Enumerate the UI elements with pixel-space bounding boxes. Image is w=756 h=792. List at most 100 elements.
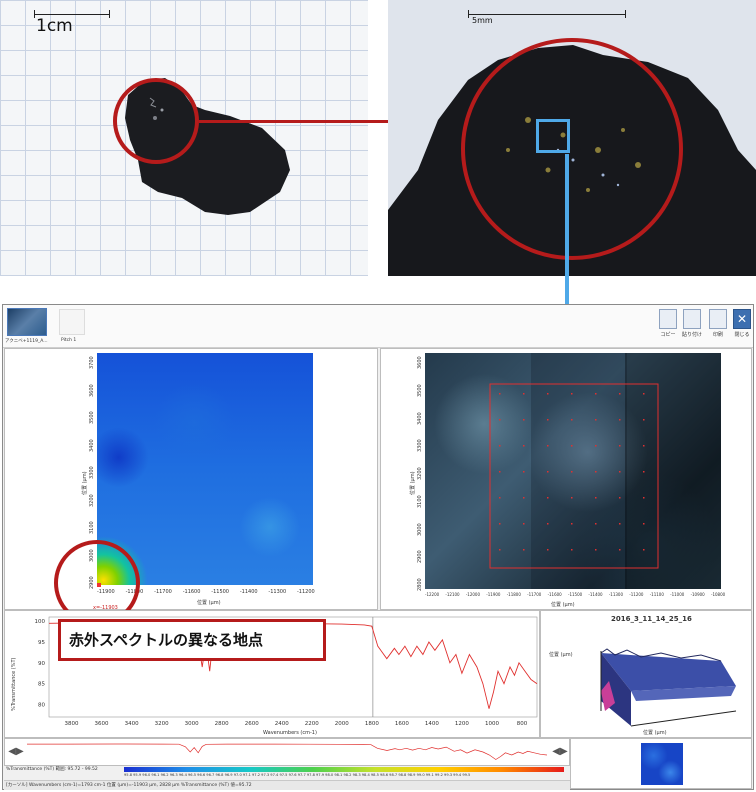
microscope-x-tick: -11300 [608, 592, 624, 597]
microscope-y-label: 位置 (μm) [410, 471, 416, 495]
microscope-x-tick: -11600 [547, 592, 562, 597]
spectrum-x-tick: 1400 [425, 721, 439, 727]
print-button[interactable]: 印刷 [707, 309, 729, 338]
scroll-right-icon[interactable]: ◀▶ [551, 741, 569, 763]
overview-strip: ◀▶ ◀▶ [4, 738, 570, 766]
microscope-y-tick: 3100 [417, 495, 423, 508]
spectrum-y-tick: 85 [38, 682, 45, 688]
microscope-x-tick: -11500 [568, 592, 583, 597]
measurement-grid [489, 383, 659, 569]
microscope-x-tick: -11800 [506, 592, 521, 597]
heatmap-x-tick: -11600 [182, 589, 201, 595]
heatmap-x-tick: -11400 [239, 589, 258, 595]
measurement-point [619, 419, 621, 421]
measurement-point [499, 471, 501, 473]
measurement-point [523, 549, 525, 551]
spectrum-y-tick: 95 [38, 640, 45, 646]
measurement-point [595, 471, 597, 473]
heatmap-x-tick: -11500 [211, 589, 229, 595]
microscope-y-tick: 3500 [417, 384, 423, 397]
measurement-point [571, 497, 573, 499]
measurement-point [523, 393, 525, 395]
status-bar: [カーソル] Wavenumbers (cm-1)=1793 cm-1 位置 (… [4, 780, 570, 790]
microscope-x-tick: -12100 [445, 592, 460, 597]
thumbnail-label-2: Pitch 1 [61, 338, 77, 343]
surface-axis-label-1: 位置 (μm) [549, 652, 573, 658]
microscope-y-tick: 3200 [417, 467, 423, 480]
thumbnail-label-1: アクニベ+1119_A... [5, 339, 48, 344]
mini-map[interactable] [641, 743, 683, 785]
microscope-x-tick: -12200 [425, 592, 440, 597]
microscope-y-tick: 2800 [417, 578, 423, 591]
microscope-y-tick: 2900 [417, 550, 423, 564]
measurement-point [595, 445, 597, 447]
overview-spectrum[interactable] [27, 741, 547, 763]
heatmap-x-label: 位置 (μm) [197, 600, 221, 606]
microscope-x-tick: -12000 [465, 592, 481, 597]
heatmap-y-tick: 3400 [89, 438, 95, 452]
measurement-point [619, 445, 621, 447]
measurement-point [523, 471, 525, 473]
spectrum-x-tick: 3000 [185, 721, 199, 727]
microscope-x-tick: -11000 [670, 592, 685, 597]
spectrum-x-tick: 1800 [365, 721, 379, 727]
overview-line [27, 743, 547, 760]
heatmap-y-tick: 3700 [89, 356, 95, 369]
copy-button[interactable]: コピー [657, 309, 679, 338]
microscope-y-tick: 3300 [417, 439, 423, 453]
sample-photo-wide: 1cm [0, 0, 368, 276]
scroll-left-icon[interactable]: ◀▶ [7, 741, 25, 763]
colorbar [124, 767, 564, 772]
microscope-x-tick: -10900 [690, 592, 705, 597]
measurement-point [643, 393, 645, 395]
measurement-point [547, 445, 549, 447]
spectrum-x-tick: 2400 [275, 721, 289, 727]
measurement-point [571, 549, 573, 551]
microscope-y-tick: 3400 [417, 411, 423, 425]
measurement-point [619, 523, 621, 525]
close-button[interactable]: ✕ 閉じる [731, 309, 753, 338]
microscope-panel: 位置 (μm) 3600 3500 3400 3300 3200 3100 3000 2900… [380, 348, 752, 610]
measurement-point [499, 393, 501, 395]
heatmap-y-tick: 3500 [89, 411, 95, 424]
measurement-point [499, 419, 501, 421]
print-icon [709, 309, 727, 329]
microscope-x-tick: -11900 [486, 592, 501, 597]
measurement-point [619, 497, 621, 499]
measurement-point [643, 497, 645, 499]
spectrum-x-tick: 2800 [215, 721, 229, 727]
surface-plot[interactable] [571, 631, 751, 731]
heatmap-x-tick: -11700 [154, 589, 172, 595]
measurement-point [643, 549, 645, 551]
microscope-x-tick: -10800 [711, 592, 726, 597]
heatmap-y-tick: 3200 [89, 493, 95, 507]
heatmap-y-tick: 3600 [89, 383, 95, 397]
map-thumbnail[interactable] [7, 308, 47, 336]
spectrum-x-tick: 1200 [455, 721, 469, 727]
heatmap-y-label: 位置 (μm) [82, 471, 88, 495]
pitch-thumbnail[interactable] [59, 309, 85, 335]
surface-panel: 2016_3_11_14_25_16 位置 (μm) 位置 (μm) [540, 610, 752, 738]
spectrum-x-tick: 2600 [245, 721, 259, 727]
paste-button[interactable]: 貼り付け [681, 309, 703, 338]
measurement-point [619, 549, 621, 551]
spectrum-y-tick: 100 [35, 619, 46, 625]
measurement-point [595, 549, 597, 551]
copy-icon [659, 309, 677, 329]
measurement-point [619, 393, 621, 395]
spectrum-x-tick: 3200 [155, 721, 169, 727]
spectrum-y-tick: 80 [38, 703, 45, 709]
measurement-point [571, 419, 573, 421]
measurement-point [523, 523, 525, 525]
heatmap-y-tick: 3100 [89, 521, 95, 534]
measurement-point [571, 523, 573, 525]
microscope-x-label: 位置 (μm) [551, 602, 575, 608]
measurement-point [547, 523, 549, 525]
measurement-point [595, 497, 597, 499]
measurement-point [523, 419, 525, 421]
chemical-map[interactable] [97, 353, 313, 585]
highlight-circle-left [113, 78, 199, 164]
scale-bar-zoom [468, 14, 626, 15]
measurement-point [643, 445, 645, 447]
measurement-point [643, 419, 645, 421]
